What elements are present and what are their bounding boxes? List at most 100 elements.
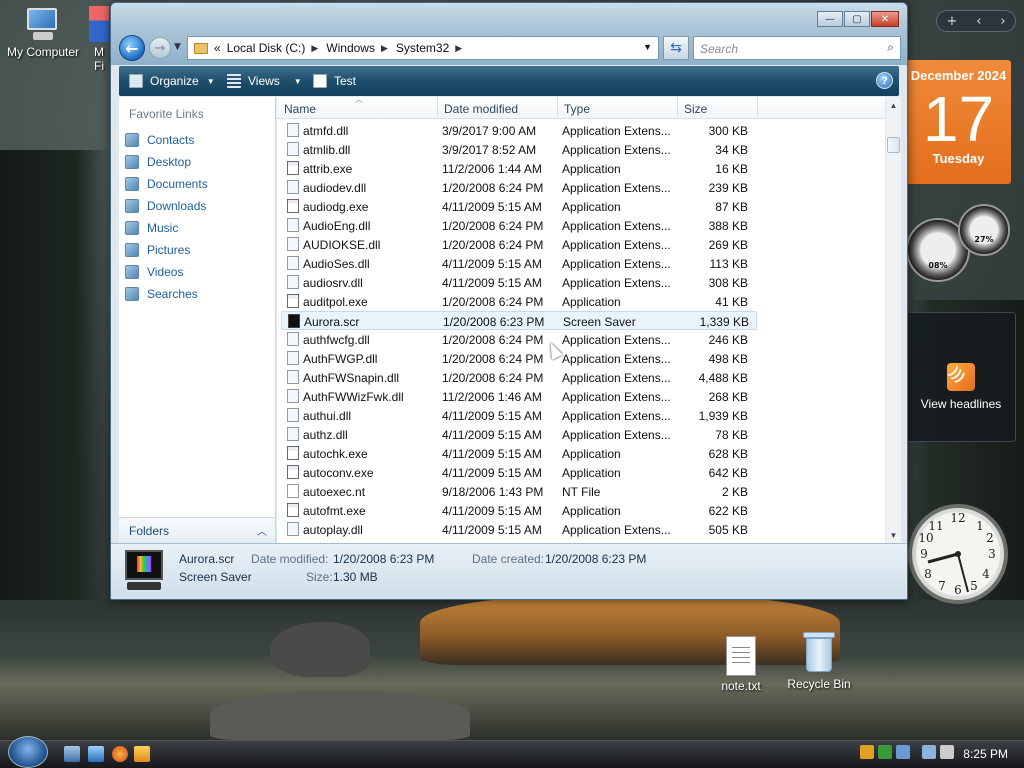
chevron-right-icon[interactable]: ▶ (455, 43, 462, 54)
desktop-icon-partial[interactable]: M Fi (88, 6, 110, 73)
clock-gadget[interactable]: 12 3 6 9 12 45 78 1011 (906, 496, 1010, 616)
file-row[interactable]: AudioSes.dll 4/11/2009 5:15 AM Application… (281, 254, 757, 273)
breadcrumb-system32[interactable]: System32 (396, 41, 449, 55)
maximize-button[interactable]: ▢ (844, 11, 870, 27)
show-desktop-icon[interactable] (64, 746, 80, 762)
column-header-size[interactable]: Size (684, 102, 707, 116)
favorite-link-contacts[interactable]: Contacts (125, 129, 208, 151)
file-row[interactable]: audiodev.dll 1/20/2008 6:24 PM Application… (281, 178, 757, 197)
file-row[interactable]: autoplay.dll 4/11/2009 5:15 AM Application… (281, 520, 757, 539)
breadcrumb-local-disk[interactable]: Local Disk (C:) (227, 41, 306, 55)
desktop-icon-note[interactable]: note.txt (698, 636, 784, 693)
refresh-button[interactable]: ⇆ (663, 36, 689, 60)
recent-pages-dropdown[interactable]: ▼ (174, 42, 181, 52)
folders-toggle[interactable]: Folders ︿ (119, 517, 275, 543)
svg-text:5: 5 (970, 579, 978, 593)
column-divider[interactable] (677, 97, 678, 119)
prev-icon[interactable]: ‹ (976, 14, 981, 29)
file-row[interactable]: authfwcfg.dll 1/20/2008 6:24 PM Applicatio… (281, 330, 757, 349)
file-name: attrib.exe (303, 162, 353, 176)
security-shield-icon[interactable] (860, 745, 874, 759)
column-header-date-modified[interactable]: Date modified (444, 102, 518, 116)
column-divider[interactable] (437, 97, 438, 119)
media-player-icon[interactable] (134, 746, 150, 762)
feed-label[interactable]: View headlines (907, 397, 1015, 411)
address-bar[interactable]: « Local Disk (C:) ▶ Windows ▶ System32 ▶… (187, 36, 659, 60)
views-button[interactable]: Views ▼ (227, 74, 302, 88)
file-row[interactable]: authz.dll 4/11/2009 5:15 AM Application Ex… (281, 425, 757, 444)
file-row[interactable]: audiosrv.dll 4/11/2009 5:15 AM Application… (281, 273, 757, 292)
file-row[interactable]: Aurora.scr 1/20/2008 6:23 PM Screen Saver 1… (281, 311, 757, 330)
favorite-link-documents[interactable]: Documents (125, 173, 208, 195)
favorite-link-videos[interactable]: Videos (125, 261, 208, 283)
file-row[interactable]: AuthFWWizFwk.dll 11/2/2006 1:46 AM Applica… (281, 387, 757, 406)
favorite-link-desktop[interactable]: Desktop (125, 151, 208, 173)
file-row[interactable]: authui.dll 4/11/2009 5:15 AM Application E… (281, 406, 757, 425)
vertical-scrollbar[interactable]: ▲ ▼ (885, 97, 901, 543)
file-row[interactable]: autoexec.nt 9/18/2006 1:43 PM NT File 2 KB (281, 482, 757, 501)
status-icon[interactable] (878, 745, 892, 759)
file-name: audiodev.dll (303, 181, 367, 195)
column-divider[interactable] (757, 97, 758, 119)
file-name: audiosrv.dll (303, 276, 363, 290)
file-row[interactable]: attrib.exe 11/2/2006 1:44 AM Application 16… (281, 159, 757, 178)
column-header-type[interactable]: Type (564, 102, 590, 116)
close-button[interactable]: ✕ (871, 11, 899, 27)
start-button[interactable] (8, 736, 48, 768)
file-row[interactable]: AuthFWSnapin.dll 1/20/2008 6:24 PM Applica… (281, 368, 757, 387)
file-row[interactable]: autoconv.exe 4/11/2009 5:15 AM Application… (281, 463, 757, 482)
minimize-button[interactable]: — (817, 11, 843, 27)
cpu-meter-gadget[interactable]: 08% 27% (906, 200, 1016, 300)
address-dropdown-icon[interactable]: ▼ (643, 42, 652, 52)
file-row[interactable]: autofmt.exe 4/11/2009 5:15 AM Application 6… (281, 501, 757, 520)
add-gadget-icon[interactable]: + (946, 14, 957, 29)
scrollbar-thumb[interactable] (887, 137, 900, 153)
file-row[interactable]: AudioEng.dll 1/20/2008 6:24 PM Application… (281, 216, 757, 235)
test-button[interactable]: Test (313, 74, 356, 88)
file-row[interactable]: atmfd.dll 3/9/2017 9:00 AM Application Ext… (281, 121, 757, 140)
file-row[interactable]: autochk.exe 4/11/2009 5:15 AM Application 6… (281, 444, 757, 463)
feed-headlines-gadget[interactable]: View headlines (906, 312, 1016, 442)
breadcrumb-windows[interactable]: Windows (326, 41, 375, 55)
next-icon[interactable]: › (1000, 14, 1005, 29)
details-file-name: Aurora.scr (179, 552, 235, 566)
calendar-gadget[interactable]: December 2024 17 Tuesday (906, 60, 1011, 184)
favorite-label: Pictures (147, 243, 191, 257)
sidebar-controls[interactable]: + ‹ › (936, 10, 1016, 32)
forward-button[interactable]: → (149, 37, 171, 59)
organize-button[interactable]: Organize ▼ (129, 74, 215, 88)
favorite-link-pictures[interactable]: Pictures (125, 239, 208, 261)
switch-windows-icon[interactable] (88, 746, 104, 762)
file-name: auditpol.exe (303, 295, 368, 309)
address-overflow[interactable]: « (214, 41, 221, 55)
clock-time[interactable]: 8:25 PM (963, 747, 1008, 761)
favorite-link-searches[interactable]: Searches (125, 283, 208, 305)
file-row[interactable]: audiodg.exe 4/11/2009 5:15 AM Application 8… (281, 197, 757, 216)
search-input[interactable]: Search ⌕ (693, 36, 901, 60)
scroll-down-icon[interactable]: ▼ (886, 527, 901, 543)
chevron-right-icon[interactable]: ▶ (311, 43, 318, 54)
column-divider[interactable] (557, 97, 558, 119)
file-size: 308 KB (708, 276, 748, 290)
desktop-icon-recycle-bin[interactable]: Recycle Bin (776, 632, 862, 691)
desktop-icon-my-computer[interactable]: My Computer (0, 6, 86, 59)
file-row[interactable]: AuthFWGP.dll 1/20/2008 6:24 PM Application… (281, 349, 757, 368)
file-row[interactable]: auditpol.exe 1/20/2008 6:24 PM Application… (281, 292, 757, 311)
file-row[interactable]: AUDIOKSE.dll 1/20/2008 6:24 PM Application… (281, 235, 757, 254)
back-button[interactable]: ← (119, 35, 145, 61)
help-button[interactable]: ? (876, 72, 893, 89)
file-row[interactable]: atmlib.dll 3/9/2017 8:52 AM Application Ex… (281, 140, 757, 159)
favorite-link-downloads[interactable]: Downloads (125, 195, 208, 217)
file-type: Application Extens... (562, 352, 671, 366)
search-icon[interactable]: ⌕ (887, 40, 894, 55)
network-icon[interactable] (896, 745, 910, 759)
column-header-name[interactable]: Name (284, 102, 316, 116)
chevron-right-icon[interactable]: ▶ (381, 43, 388, 54)
firefox-icon[interactable] (112, 746, 128, 762)
file-name: AuthFWSnapin.dll (303, 371, 400, 385)
display-icon[interactable] (922, 745, 936, 759)
scroll-up-icon[interactable]: ▲ (886, 97, 901, 113)
file-date-modified: 1/20/2008 6:24 PM (442, 238, 544, 252)
favorite-link-music[interactable]: Music (125, 217, 208, 239)
volume-muted-icon[interactable] (940, 745, 954, 759)
